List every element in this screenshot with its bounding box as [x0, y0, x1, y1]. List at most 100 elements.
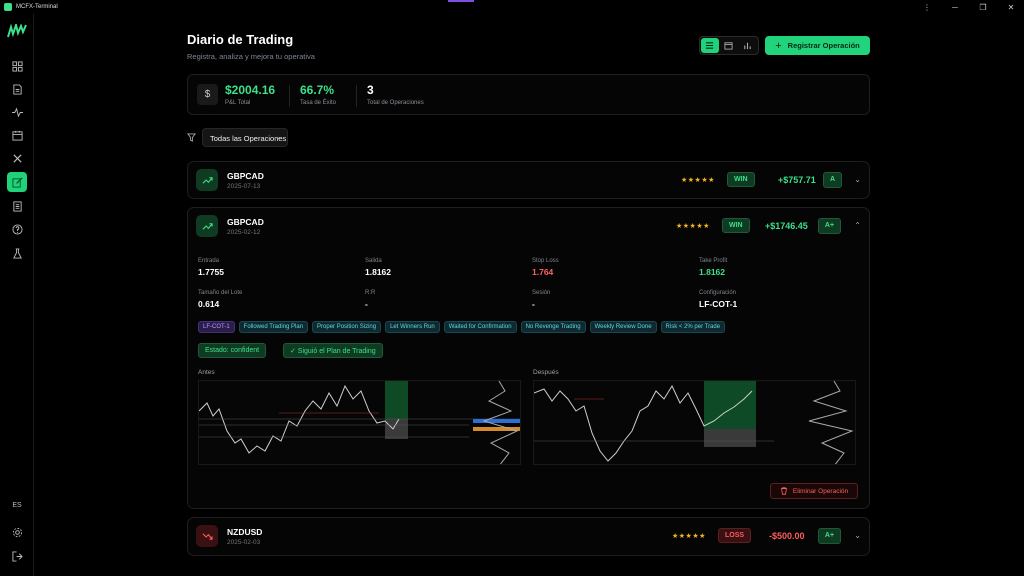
trade-header[interactable]: GBPCAD 2025-07-13 ★★★★★ WIN +$757.71 A ⌄ — [188, 162, 869, 200]
dollar-icon: $ — [197, 84, 218, 105]
stats-panel: $ $2004.16 P&L Total 66.7% Tasa de Éxito… — [187, 74, 870, 115]
close-icon[interactable]: ✕ — [1006, 3, 1016, 12]
tag-list: LF-COT-1 Followed Trading Plan Proper Po… — [198, 321, 726, 333]
detail-value: LF-COT-1 — [699, 299, 738, 309]
divider — [289, 85, 290, 107]
stat-total: 3 Total de Operaciones — [367, 83, 424, 106]
menu-icon[interactable]: ⋮ — [922, 3, 932, 12]
sidebar-item-document[interactable] — [7, 79, 27, 99]
chevron-down-icon[interactable]: ⌄ — [854, 531, 861, 540]
result-badge: WIN — [722, 218, 750, 233]
tag: No Revenge Trading — [520, 321, 586, 333]
grade-badge: A — [823, 172, 842, 188]
sidebar-item-settings[interactable] — [7, 522, 27, 542]
detail-label: Sesión — [532, 290, 551, 296]
trade-card[interactable]: GBPCAD 2025-07-13 ★★★★★ WIN +$757.71 A ⌄ — [187, 161, 870, 199]
trend-up-icon — [196, 169, 218, 191]
total-value: 3 — [367, 83, 374, 97]
dashboard-icon — [11, 60, 23, 72]
detail-entry: Entrada 1.7755 — [198, 258, 224, 277]
register-trade-button[interactable]: + Registrar Operación — [765, 36, 870, 55]
trade-header[interactable]: GBPCAD 2025-02-12 ★★★★★ WIN +$1746.45 A+… — [188, 208, 869, 246]
detail-stop-loss: Stop Loss 1.764 — [532, 258, 559, 277]
list-icon — [706, 42, 714, 49]
window-title: MCFX-Terminal — [16, 4, 58, 10]
detail-label: Salida — [365, 258, 382, 264]
detail-label: Tamaño del Lote — [198, 290, 243, 296]
activity-icon — [11, 107, 23, 117]
rating-stars: ★★★★★ — [672, 533, 706, 540]
sidebar-item-activity[interactable] — [7, 102, 27, 122]
stats-view-button[interactable] — [738, 38, 756, 53]
trade-date: 2025-07-13 — [227, 183, 261, 190]
tag: Followed Trading Plan — [238, 321, 309, 333]
detail-label: R:R — [365, 290, 376, 296]
help-icon — [11, 223, 23, 235]
tag: LF-COT-1 — [198, 321, 235, 333]
detail-label: Entrada — [198, 258, 220, 264]
trade-pnl: +$1746.45 — [765, 221, 808, 231]
trend-up-icon — [196, 215, 218, 237]
sidebar-item-journal[interactable] — [7, 172, 27, 192]
detail-value: 1.8162 — [699, 267, 725, 277]
app-icon — [4, 3, 12, 11]
detail-value: 0.614 — [198, 299, 220, 309]
emotional-state-badge: Estado: confident — [198, 343, 267, 358]
before-chart-image[interactable] — [198, 380, 521, 465]
detail-label: Configuración — [699, 290, 737, 296]
chevron-up-icon[interactable]: ⌃ — [854, 221, 861, 230]
sidebar-item-notes[interactable] — [7, 196, 27, 216]
trade-symbol: GBPCAD — [227, 217, 264, 227]
filter-icon — [187, 133, 196, 142]
detail-exit: Salida 1.8162 — [365, 258, 391, 277]
trade-symbol: NZDUSD — [227, 527, 263, 537]
chevron-down-icon[interactable]: ⌄ — [854, 175, 861, 184]
title-accent — [448, 0, 474, 2]
sidebar-item-lab[interactable] — [7, 243, 27, 263]
tag: Waited for Confirmation — [443, 321, 517, 333]
stat-winrate: 66.7% Tasa de Éxito — [300, 83, 336, 106]
document-icon — [12, 83, 22, 95]
sidebar-item-help[interactable] — [7, 219, 27, 239]
trade-header[interactable]: NZDUSD 2025-02-03 ★★★★★ LOSS -$500.00 A+… — [188, 518, 869, 556]
list-view-button[interactable] — [701, 38, 719, 53]
delete-trade-button[interactable]: Eliminar Operación — [770, 483, 858, 499]
trade-card[interactable]: NZDUSD 2025-02-03 ★★★★★ LOSS -$500.00 A+… — [187, 517, 870, 556]
language-selector[interactable]: ES — [0, 502, 34, 509]
detail-lot-size: Tamaño del Lote 0.614 — [198, 290, 242, 309]
logo-icon[interactable] — [7, 24, 27, 38]
sidebar-item-dashboard[interactable] — [7, 56, 27, 76]
tools-icon — [12, 153, 22, 163]
trade-date: 2025-02-03 — [227, 539, 261, 546]
followed-plan-badge: ✓ Siguió el Plan de Trading — [283, 343, 383, 358]
minimize-icon[interactable]: ─ — [950, 3, 960, 12]
journal-icon — [11, 176, 23, 188]
title-bar: MCFX-Terminal ⋮ ─ ❐ ✕ — [0, 0, 1024, 14]
trade-pnl: -$500.00 — [769, 531, 805, 541]
after-chart-image[interactable] — [533, 380, 856, 465]
result-badge: LOSS — [718, 528, 752, 543]
winrate-value: 66.7% — [300, 83, 335, 97]
tag: Weekly Review Done — [589, 321, 657, 333]
detail-setup: Configuración LF-COT-1 — [699, 290, 737, 309]
grade-badge: A+ — [818, 218, 841, 234]
pnl-label: P&L Total — [225, 100, 251, 106]
detail-value: - — [532, 299, 535, 309]
sidebar-item-tools[interactable] — [7, 148, 27, 168]
page-title: Diario de Trading — [187, 32, 294, 47]
rating-stars: ★★★★★ — [676, 223, 710, 230]
view-toggle — [699, 36, 759, 55]
maximize-icon[interactable]: ❐ — [978, 3, 988, 12]
stat-pnl: $2004.16 P&L Total — [225, 83, 275, 106]
chevron-down-icon: ⌄ — [275, 134, 281, 141]
sidebar-item-logout[interactable] — [7, 546, 27, 566]
lab-icon — [12, 247, 22, 259]
trade-symbol: GBPCAD — [227, 171, 264, 181]
calendar-view-button[interactable] — [720, 38, 738, 53]
detail-value: 1.764 — [532, 267, 554, 277]
detail-value: - — [365, 299, 368, 309]
operations-filter-select[interactable]: Todas las Operaciones ⌄ — [202, 128, 288, 147]
sidebar-item-calendar[interactable] — [7, 125, 27, 145]
page-subtitle: Registra, analiza y mejora tu operativa — [187, 52, 315, 61]
trade-date: 2025-02-12 — [227, 229, 261, 236]
